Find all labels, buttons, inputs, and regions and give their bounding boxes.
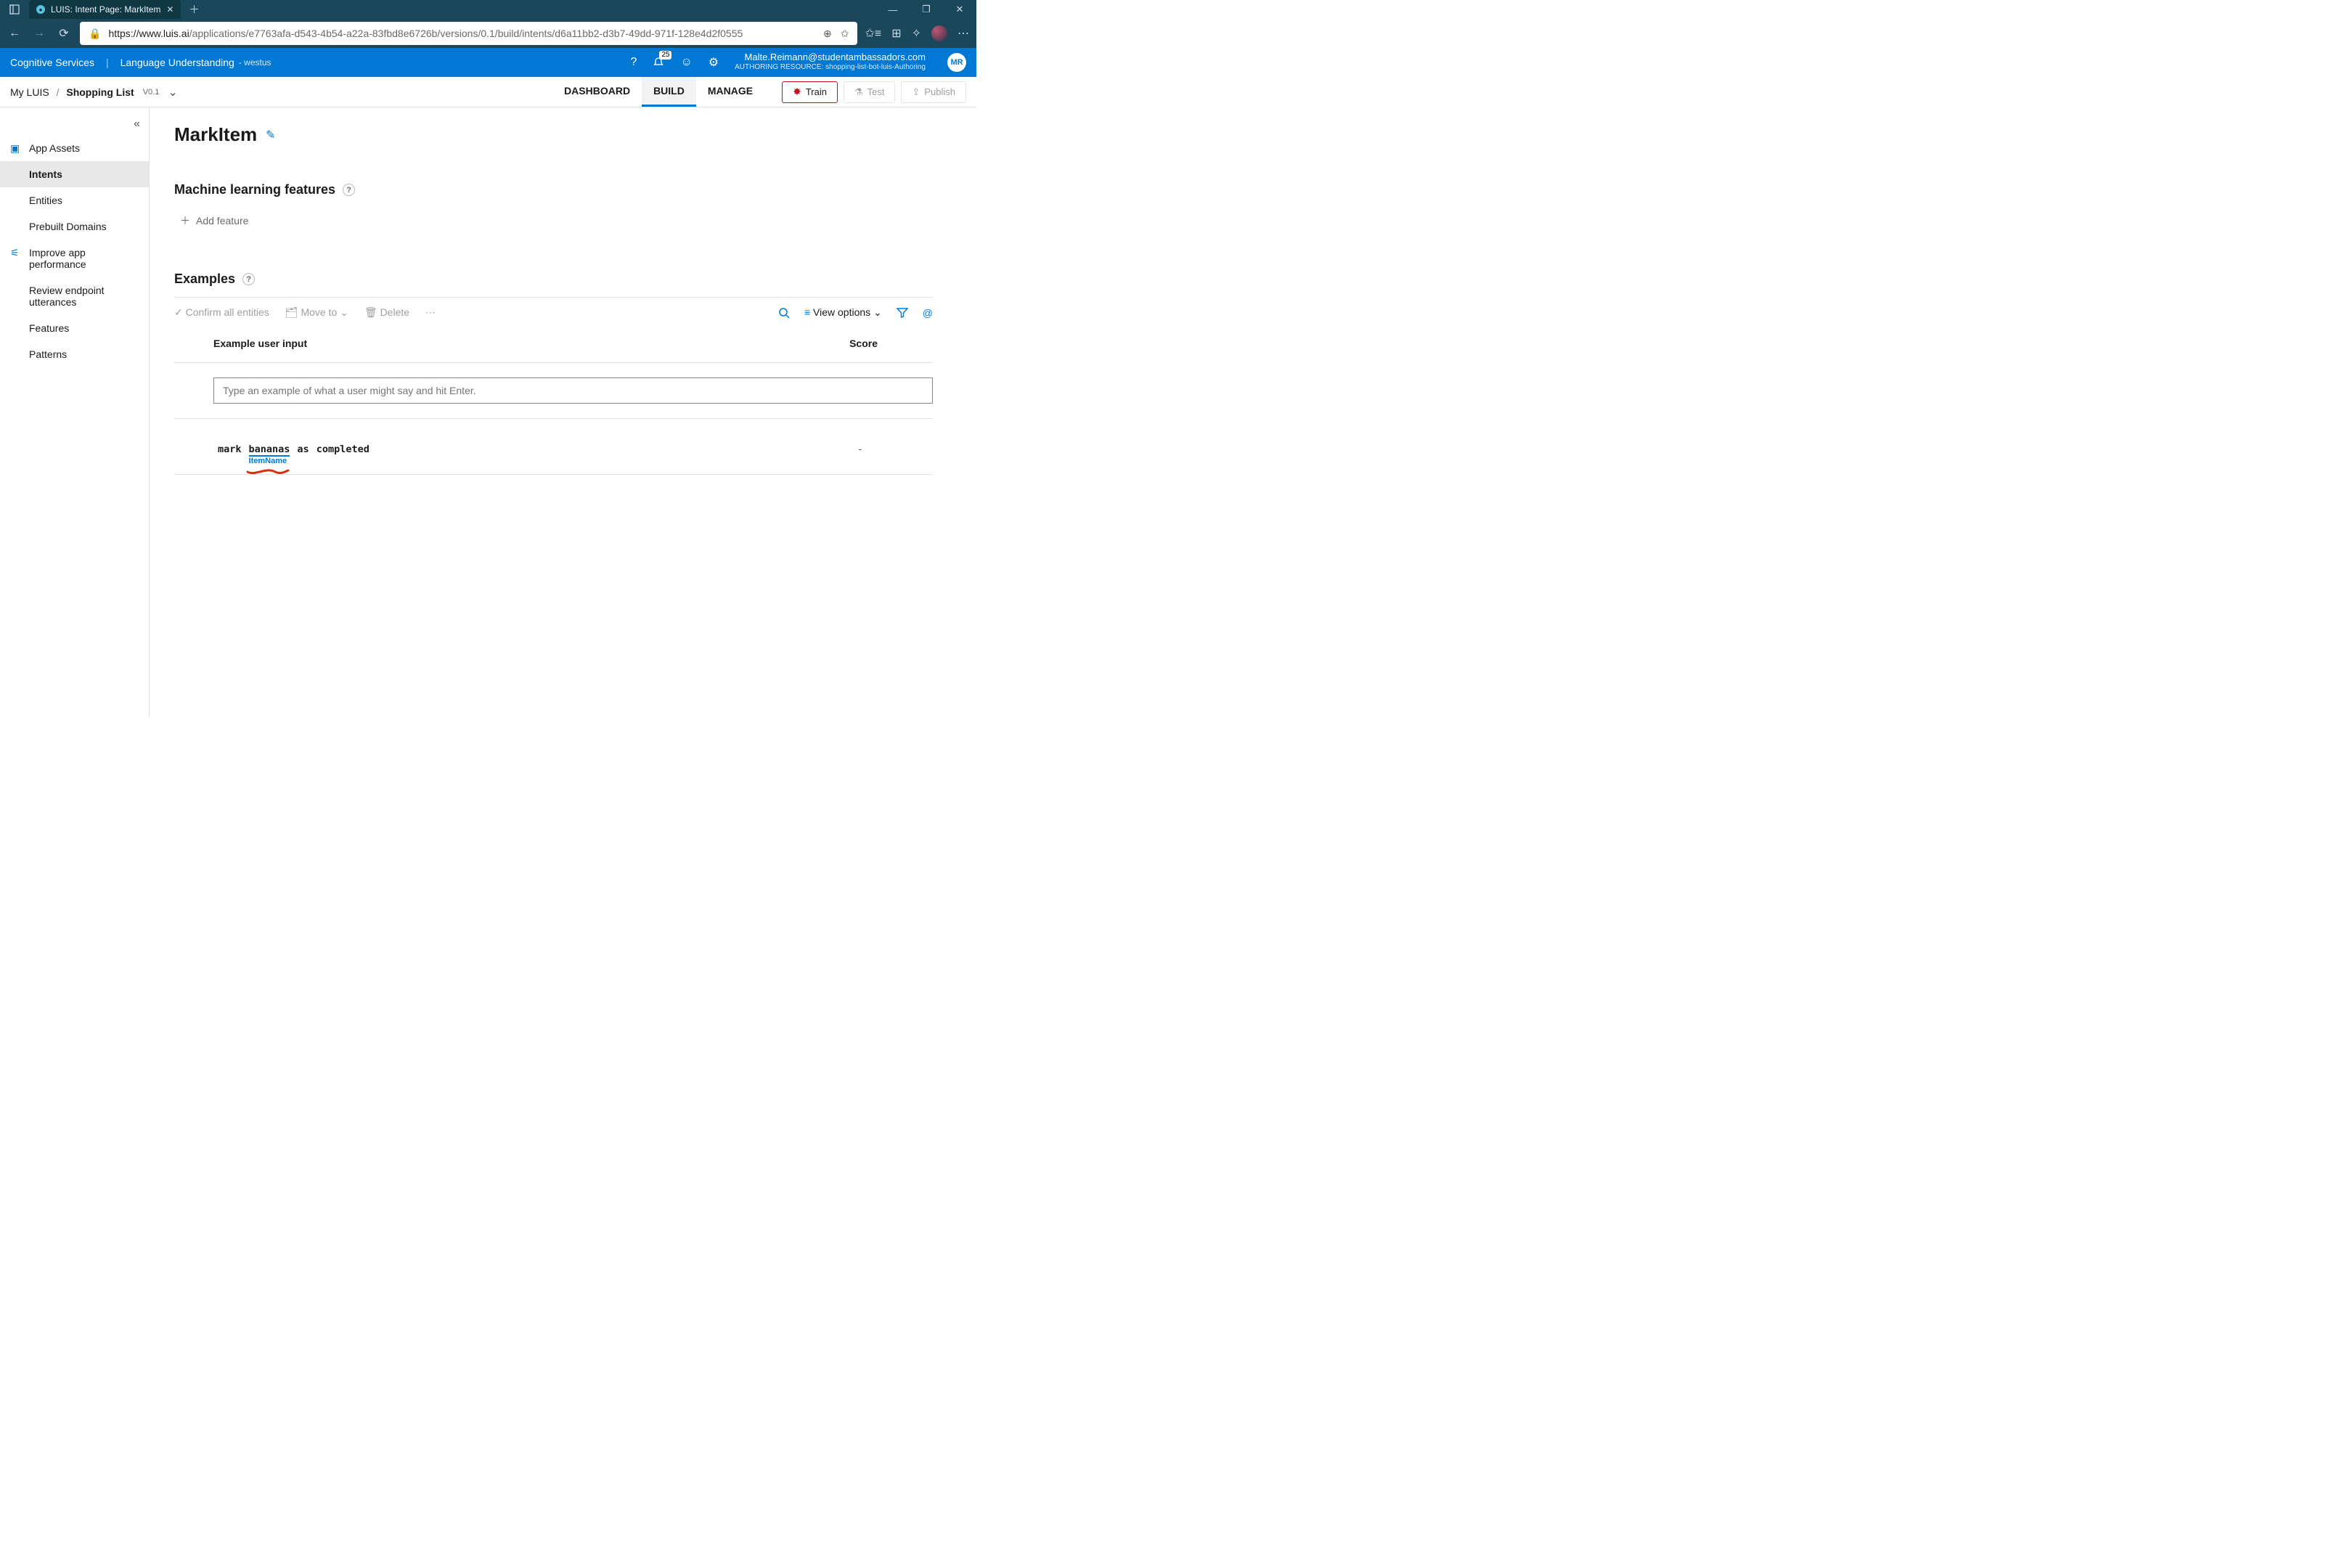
edit-title-icon[interactable]: ✎	[266, 128, 275, 142]
product-label[interactable]: Language Understanding	[121, 57, 234, 68]
close-tab-icon[interactable]: ✕	[166, 4, 173, 15]
sidebar-item-entities[interactable]: Entities	[0, 187, 149, 213]
more-actions-icon[interactable]: ⋯	[425, 306, 436, 319]
favorites-icon[interactable]: ✩≡	[865, 26, 881, 41]
view-options-button[interactable]: ≡ View options ⌄	[804, 306, 882, 319]
service-header: Cognitive Services | Language Understand…	[0, 48, 976, 77]
annotation-underline-icon	[246, 467, 290, 473]
lock-icon: 🔒	[89, 28, 101, 40]
sidebar-group-app-assets[interactable]: ▣ App Assets	[0, 135, 149, 161]
assets-icon: ▣	[10, 142, 20, 155]
utterance-entity[interactable]: bananas ItemName	[249, 444, 290, 455]
browser-titlebar: ● LUIS: Intent Page: MarkItem ✕ ＋ ― ❐ ✕	[0, 0, 976, 19]
app-menu-icon[interactable]	[0, 0, 29, 19]
add-feature-button[interactable]: ＋ Add feature	[174, 213, 933, 228]
test-button[interactable]: ⚗Test	[844, 81, 896, 103]
move-to-button[interactable]: 🗂 Move to ⌄	[285, 306, 348, 319]
favorite-icon[interactable]: ✩	[841, 28, 849, 40]
address-bar[interactable]: 🔒 https://www.luis.ai/applications/e7763…	[80, 22, 857, 45]
collections-icon[interactable]: ⊞	[891, 26, 901, 41]
new-tab-button[interactable]: ＋	[184, 0, 204, 19]
collapse-sidebar-icon[interactable]: «	[0, 113, 149, 135]
user-avatar[interactable]: MR	[947, 53, 966, 72]
help-tooltip-icon[interactable]: ?	[343, 184, 355, 196]
train-button[interactable]: ✸Train	[782, 81, 838, 103]
column-score: Score	[849, 338, 878, 349]
improve-icon: ⚟	[10, 247, 20, 259]
flask-icon: ⚗	[854, 86, 863, 98]
sidebar-item-patterns[interactable]: Patterns	[0, 341, 149, 367]
brand-label[interactable]: Cognitive Services	[10, 57, 94, 68]
sidebar: « ▣ App Assets Intents Entities Prebuilt…	[0, 107, 150, 717]
publish-button[interactable]: ⇪Publish	[901, 81, 966, 103]
browser-toolbar: ← → ⟳ 🔒 https://www.luis.ai/applications…	[0, 19, 976, 48]
main-content: MarkItem ✎ Machine learning features ? ＋…	[150, 107, 976, 717]
feedback-icon[interactable]: ☺	[680, 56, 692, 69]
back-button[interactable]: ←	[6, 25, 23, 42]
examples-toolbar: ✓ Confirm all entities 🗂 Move to ⌄ 🗑 Del…	[174, 297, 933, 327]
settings-icon[interactable]: ⚙	[709, 55, 719, 70]
confirm-entities-button[interactable]: ✓ Confirm all entities	[174, 306, 269, 319]
breadcrumb: My LUIS / Shopping List	[10, 86, 134, 98]
user-info[interactable]: Malte.Reimann@studentambassadors.com AUT…	[735, 52, 926, 73]
sidebar-item-review[interactable]: Review endpoint utterances	[0, 277, 149, 315]
extensions-icon[interactable]: ✧	[912, 26, 921, 41]
help-tooltip-icon[interactable]: ?	[242, 273, 255, 285]
upload-icon: ⇪	[912, 86, 920, 98]
sidebar-group-improve[interactable]: ⚟ Improve app performance	[0, 240, 149, 277]
user-email: Malte.Reimann@studentambassadors.com	[735, 52, 926, 62]
utterance-row[interactable]: mark bananas ItemName as completed -	[174, 419, 933, 475]
url-text: https://www.luis.ai/applications/e7763af…	[108, 28, 743, 39]
tab-build[interactable]: BUILD	[642, 77, 696, 107]
tab-title: LUIS: Intent Page: MarkItem	[51, 4, 160, 15]
app-bar: My LUIS / Shopping List V0.1 ⌄ DASHBOARD…	[0, 77, 976, 107]
help-icon[interactable]: ?	[631, 56, 637, 69]
utterance-word: completed	[317, 444, 369, 455]
tab-manage[interactable]: MANAGE	[696, 77, 764, 107]
examples-column-headers: Example user input Score	[174, 327, 933, 363]
entity-label: ItemName	[249, 457, 287, 465]
browser-tab[interactable]: ● LUIS: Intent Page: MarkItem ✕	[29, 0, 181, 19]
forward-button[interactable]: →	[30, 25, 48, 42]
page-title: MarkItem	[174, 123, 257, 146]
sidebar-item-prebuilt[interactable]: Prebuilt Domains	[0, 213, 149, 240]
notifications-icon[interactable]: 25	[653, 57, 664, 68]
browser-menu-icon[interactable]: ⋯	[957, 26, 971, 41]
column-input: Example user input	[213, 338, 307, 349]
profile-avatar-icon[interactable]	[931, 25, 947, 41]
example-input[interactable]	[213, 377, 933, 404]
zoom-icon[interactable]: ⊕	[823, 28, 832, 40]
plus-icon: ＋	[180, 213, 190, 228]
minimize-button[interactable]: ―	[876, 0, 910, 19]
examples-heading: Examples ?	[174, 271, 933, 287]
delete-button[interactable]: 🗑 Delete	[364, 306, 409, 319]
utterance-score: -	[857, 444, 863, 455]
breadcrumb-root[interactable]: My LUIS	[10, 86, 49, 98]
filter-icon[interactable]	[897, 307, 908, 319]
region-label: - westus	[239, 57, 271, 68]
utterance-word: as	[297, 444, 309, 455]
mention-icon[interactable]: @	[923, 307, 933, 319]
ml-features-heading: Machine learning features ?	[174, 182, 933, 197]
tab-dashboard[interactable]: DASHBOARD	[552, 77, 642, 107]
search-icon[interactable]	[778, 307, 790, 319]
utterance-word: mark	[218, 444, 242, 455]
window-controls: ― ❐ ✕	[876, 0, 976, 19]
sidebar-item-intents[interactable]: Intents	[0, 161, 149, 187]
version-label: V0.1	[143, 88, 160, 97]
breadcrumb-app[interactable]: Shopping List	[66, 86, 134, 98]
example-input-row	[174, 363, 933, 419]
version-chevron-icon[interactable]: ⌄	[168, 85, 177, 99]
favicon-icon: ●	[36, 5, 45, 14]
close-window-button[interactable]: ✕	[943, 0, 976, 19]
maximize-button[interactable]: ❐	[910, 0, 943, 19]
notification-badge: 25	[659, 51, 671, 60]
refresh-button[interactable]: ⟳	[55, 25, 73, 42]
sidebar-item-features[interactable]: Features	[0, 315, 149, 341]
